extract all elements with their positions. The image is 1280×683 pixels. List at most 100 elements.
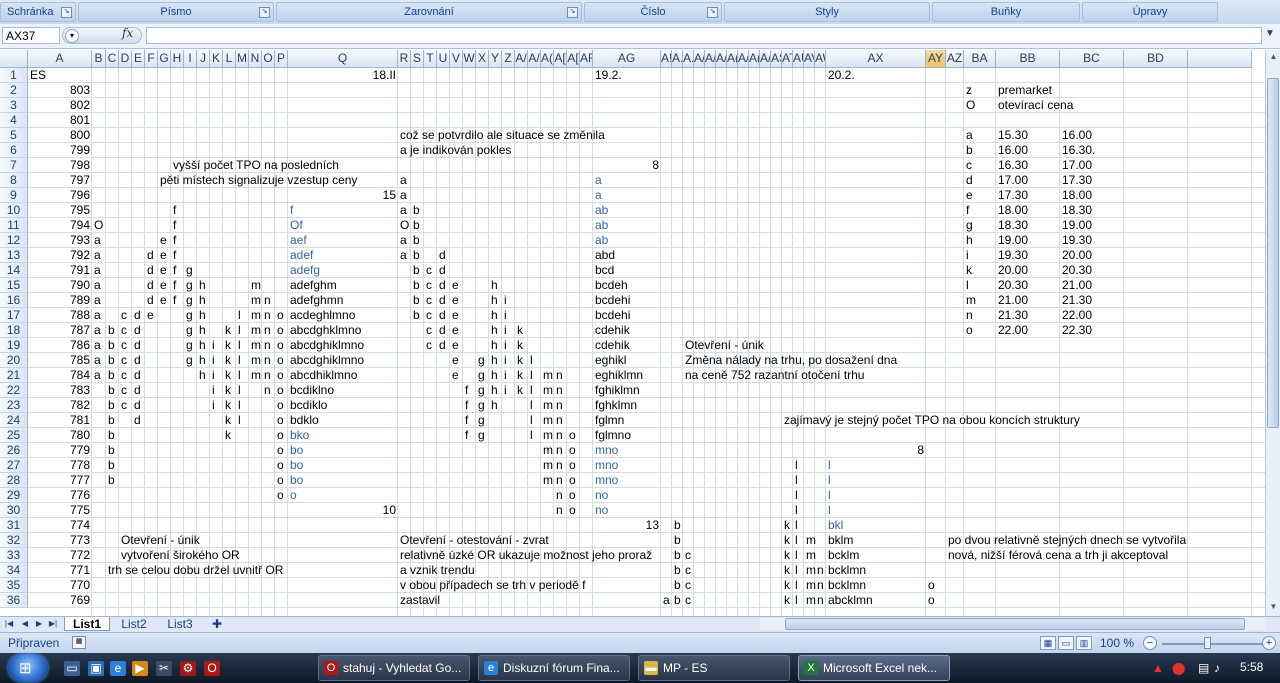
cell-O17[interactable]: n	[262, 308, 273, 323]
cell-E21[interactable]: d	[132, 368, 143, 383]
cell-O18[interactable]: n	[262, 323, 273, 338]
cell-BA15[interactable]: 20.30	[996, 278, 1030, 293]
cell-AG25[interactable]: fglmno	[593, 428, 633, 443]
cell-G14[interactable]: e	[158, 263, 169, 278]
cell-R9[interactable]: a	[398, 188, 409, 203]
security-icon[interactable]: ⬤	[1172, 661, 1185, 675]
row-header[interactable]: 24	[0, 413, 28, 428]
row-header[interactable]: 3	[0, 98, 28, 113]
cell-L18[interactable]: k	[223, 323, 233, 338]
cell-AE26[interactable]: o	[567, 443, 578, 458]
cell-AG13[interactable]: abd	[593, 248, 617, 263]
cell-A25[interactable]: 780	[28, 428, 92, 443]
cell-AT33[interactable]: l	[793, 548, 800, 563]
zoom-slider-knob[interactable]	[1204, 637, 1211, 649]
row-header[interactable]: 5	[0, 128, 28, 143]
cell-R11[interactable]: O	[398, 218, 411, 233]
column-header[interactable]: D	[119, 50, 132, 68]
cell-P18[interactable]: o	[275, 323, 286, 338]
cell-AD25[interactable]: n	[554, 428, 565, 443]
cell-Q14[interactable]: adefg	[288, 263, 322, 278]
cell-H10[interactable]: f	[171, 203, 178, 218]
cell-C25[interactable]: b	[106, 428, 117, 443]
cell-A14[interactable]: 791	[28, 263, 92, 278]
cell-N19[interactable]: m	[249, 338, 263, 353]
row-header[interactable]: 36	[0, 593, 28, 608]
cell-BB13[interactable]: 20.00	[1060, 248, 1094, 263]
row-header[interactable]: 22	[0, 383, 28, 398]
cell-T17[interactable]: c	[424, 308, 434, 323]
cell-R33[interactable]: relativně úzké OR ukazuje možnost jeho p…	[398, 548, 654, 563]
column-header[interactable]: A.	[683, 50, 694, 68]
cell-AG8[interactable]: a	[593, 173, 604, 188]
cell-S17[interactable]: b	[411, 308, 422, 323]
cell-Y22[interactable]: h	[489, 383, 500, 398]
cell-D32[interactable]: Otevření - únik	[119, 533, 202, 548]
cell-AZ5[interactable]: a	[964, 128, 975, 143]
cell-L19[interactable]: k	[223, 338, 233, 353]
cell-BB11[interactable]: 19.00	[1060, 218, 1094, 233]
cell-Q13[interactable]: adef	[288, 248, 315, 263]
cell-BA8[interactable]: 17.00	[996, 173, 1030, 188]
column-header[interactable]: AS	[771, 50, 782, 68]
cell-A27[interactable]: 778	[28, 458, 92, 473]
cell-Q25[interactable]: bko	[288, 428, 311, 443]
column-header[interactable]: AV	[804, 50, 815, 68]
cell-BB15[interactable]: 21.00	[1060, 278, 1094, 293]
cell-A20[interactable]: 785	[28, 353, 92, 368]
ribbon-group-cells[interactable]: Buňky	[932, 2, 1080, 22]
cell-M21[interactable]: l	[236, 368, 243, 383]
row-header[interactable]: 32	[0, 533, 28, 548]
cell-Y19[interactable]: h	[489, 338, 500, 353]
cell-P26[interactable]: o	[275, 443, 286, 458]
window-switcher-icon[interactable]: ▣	[88, 661, 104, 676]
cell-A23[interactable]: 782	[28, 398, 92, 413]
cell-AA22[interactable]: k	[515, 383, 525, 398]
cell-Q22[interactable]: bcdiklno	[288, 383, 336, 398]
cell-AG22[interactable]: fghiklmn	[593, 383, 642, 398]
row-header[interactable]: 20	[0, 353, 28, 368]
cell-AW33[interactable]: bcklm	[826, 548, 861, 563]
cell-AG17[interactable]: bcdehi	[593, 308, 632, 323]
row-header[interactable]: 15	[0, 278, 28, 293]
cell-AT27[interactable]: l	[793, 458, 800, 473]
cell-AW27[interactable]: l	[826, 458, 833, 473]
row-header[interactable]: 6	[0, 143, 28, 158]
ribbon-group-number[interactable]: Číslo ↘	[584, 2, 722, 22]
column-header[interactable]: A/	[705, 50, 716, 68]
cell-Q11[interactable]: Of	[288, 218, 305, 233]
cell-AE29[interactable]: o	[567, 488, 578, 503]
cell-Q17[interactable]: acdeghlmno	[288, 308, 357, 323]
cell-J21[interactable]: h	[197, 368, 208, 383]
cell-AC25[interactable]: m	[541, 428, 555, 443]
cell-AU32[interactable]: m	[804, 533, 818, 548]
cell-AD21[interactable]: n	[554, 368, 565, 383]
cell-W23[interactable]: f	[463, 398, 470, 413]
cell-L25[interactable]: k	[223, 428, 233, 443]
insert-sheet-icon[interactable]: ✚	[204, 617, 230, 631]
cell-T14[interactable]: c	[424, 263, 434, 278]
row-header[interactable]: 13	[0, 248, 28, 263]
cell-B11[interactable]: O	[92, 218, 105, 233]
cell-BA5[interactable]: 15.30	[996, 128, 1030, 143]
column-header[interactable]: B	[92, 50, 106, 68]
cell-U17[interactable]: d	[437, 308, 448, 323]
scroll-down-icon[interactable]: ▼	[1267, 602, 1280, 614]
cell-AW35[interactable]: bcklmn	[826, 578, 868, 593]
cell-AD24[interactable]: n	[554, 413, 565, 428]
column-header[interactable]: L	[223, 50, 236, 68]
cell-AI33[interactable]: b	[672, 548, 683, 563]
row-header[interactable]: 7	[0, 158, 28, 173]
row-header[interactable]: 33	[0, 548, 28, 563]
cell-A21[interactable]: 784	[28, 368, 92, 383]
cell-Q10[interactable]: f	[288, 203, 295, 218]
cell-AY33[interactable]: nová, nižší férová cena a trh ji akcepto…	[946, 548, 1170, 563]
cell-Z20[interactable]: i	[502, 353, 509, 368]
cell-AD29[interactable]: n	[554, 488, 565, 503]
cell-Y17[interactable]: h	[489, 308, 500, 323]
cell-AG15[interactable]: bcdeh	[593, 278, 630, 293]
cell-R13[interactable]: a	[398, 248, 409, 263]
row-header[interactable]: 4	[0, 113, 28, 128]
dialog-launcher-icon[interactable]: ↘	[61, 7, 72, 18]
cell-A5[interactable]: 800	[28, 128, 92, 143]
